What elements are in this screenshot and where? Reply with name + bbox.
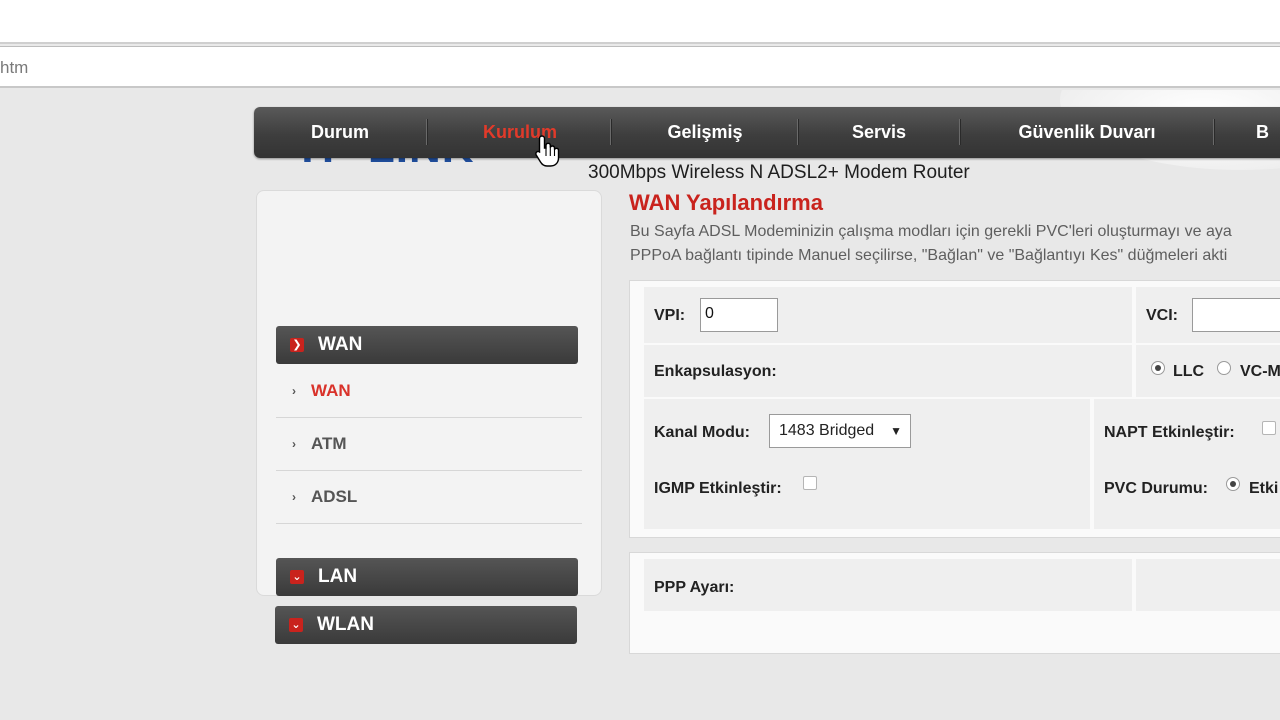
pvc-enable-label: Etki — [1249, 480, 1279, 497]
vcmux-label: VC-M — [1240, 363, 1280, 380]
nav-kurulum[interactable]: Kurulum — [428, 107, 612, 158]
address-text: htm — [0, 58, 29, 77]
main-nav: Durum Kurulum Gelişmiş Servis Güvenlik D… — [254, 107, 1280, 158]
dropdown-arrow-icon: ▼ — [890, 424, 902, 438]
sidebar-group-label: WLAN — [317, 614, 374, 635]
sidebar-group-wlan[interactable]: ⌄ WLAN — [275, 606, 577, 644]
form-row-channel: Kanal Modu: 1483 Bridged ▼ NAPT Etkinleş… — [644, 399, 1280, 529]
channel-mode-select[interactable]: 1483 Bridged ▼ — [769, 414, 911, 448]
vpi-input[interactable]: 0 — [700, 298, 778, 332]
bullet-icon: › — [292, 437, 296, 451]
cell-divider — [1090, 399, 1094, 529]
form-row-ppp: PPP Ayarı: — [644, 559, 1280, 611]
llc-radio[interactable] — [1151, 361, 1165, 375]
chevron-right-icon: ❯ — [290, 338, 304, 352]
encapsulation-label: Enkapsulasyon: — [654, 363, 777, 380]
igmp-label: IGMP Etkinleştir: — [654, 480, 782, 497]
pvc-enable-radio[interactable] — [1226, 477, 1240, 491]
toolbar-divider — [0, 42, 1280, 44]
bullet-icon: › — [292, 384, 296, 398]
sidebar-item-atm[interactable]: › ATM — [276, 418, 582, 471]
sidebar-item-label: WAN — [311, 381, 351, 400]
napt-checkbox[interactable] — [1262, 421, 1276, 435]
igmp-checkbox[interactable] — [803, 476, 817, 490]
napt-label: NAPT Etkinleştir: — [1104, 424, 1235, 441]
nav-guvenlik-duvari[interactable]: Güvenlik Duvarı — [961, 107, 1213, 158]
channel-mode-value: 1483 Bridged — [779, 422, 875, 439]
cell-divider — [1132, 559, 1136, 611]
sidebar-item-wan[interactable]: › WAN — [276, 365, 582, 418]
sidebar-group-label: WAN — [318, 334, 363, 355]
sidebar: ❯ WAN › WAN › ATM › ADSL ⌄ LAN — [256, 190, 602, 596]
sidebar-item-label: ATM — [311, 434, 347, 453]
cell-divider — [1132, 345, 1136, 397]
address-bar[interactable]: htm — [0, 46, 1280, 88]
sidebar-group-label: LAN — [318, 566, 358, 587]
vpi-label: VPI: — [654, 307, 686, 324]
page-title: WAN Yapılandırma — [629, 190, 823, 215]
ppp-label: PPP Ayarı: — [654, 579, 735, 596]
chevron-down-icon: ⌄ — [289, 618, 303, 632]
nav-b[interactable]: B — [1256, 107, 1280, 158]
wan-config-panel: VPI: 0 VCI: Enkapsulasyon: LLC VC-M Kana… — [629, 280, 1280, 538]
bullet-icon: › — [292, 490, 296, 504]
page-description: Bu Sayfa ADSL Modeminizin çalışma modlar… — [630, 220, 1232, 268]
channel-mode-label: Kanal Modu: — [654, 424, 750, 441]
ppp-settings-panel: PPP Ayarı: — [629, 552, 1280, 654]
vcmux-radio[interactable] — [1217, 361, 1231, 375]
llc-label: LLC — [1173, 363, 1205, 380]
form-row-vpi-vci: VPI: 0 VCI: — [644, 287, 1280, 343]
nav-servis[interactable]: Servis — [799, 107, 959, 158]
nav-durum[interactable]: Durum — [254, 107, 426, 158]
pvc-status-label: PVC Durumu: — [1104, 480, 1208, 497]
hand-cursor-icon — [535, 135, 560, 167]
sidebar-group-wan[interactable]: ❯ WAN — [276, 326, 578, 364]
description-line: Bu Sayfa ADSL Modeminizin çalışma modlar… — [630, 223, 1232, 240]
vci-input[interactable] — [1192, 298, 1280, 332]
sidebar-item-label: ADSL — [311, 487, 358, 506]
sidebar-group-lan[interactable]: ⌄ LAN — [276, 558, 578, 596]
product-name: 300Mbps Wireless N ADSL2+ Modem Router — [588, 162, 970, 183]
form-row-encapsulation: Enkapsulasyon: LLC VC-M — [644, 345, 1280, 397]
description-line: PPPoA bağlantı tipinde Manuel seçilirse,… — [630, 247, 1228, 264]
browser-toolbar — [0, 0, 1280, 42]
sidebar-item-adsl[interactable]: › ADSL — [276, 471, 582, 524]
chevron-down-icon: ⌄ — [290, 570, 304, 584]
vci-label: VCI: — [1146, 307, 1178, 324]
nav-gelismis[interactable]: Gelişmiş — [612, 107, 798, 158]
cell-divider — [1132, 287, 1136, 343]
nav-divider — [1213, 119, 1215, 145]
